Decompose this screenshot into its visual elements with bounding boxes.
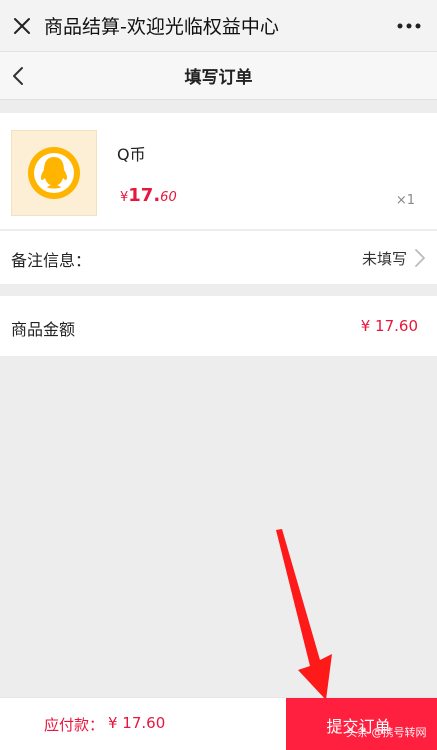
close-icon [14, 17, 30, 34]
more-button[interactable] [381, 0, 437, 52]
product-quantity: ×1 [395, 193, 415, 208]
chevron-right-icon [415, 249, 425, 267]
product-name: Q币 [117, 145, 146, 164]
amount-row: 商品金额 ¥ 17.60 [0, 296, 437, 356]
nav-title: 填写订单 [184, 68, 253, 88]
product-card: Q币 ¥17.60 ×1 [0, 113, 437, 229]
product-price: ¥17.60 [120, 185, 177, 206]
note-row[interactable]: 备注信息： 未填写 [0, 230, 437, 284]
watermark: 头条 @携号转网 [346, 724, 427, 740]
amount-label: 商品金额 [11, 320, 76, 339]
more-icon [397, 23, 421, 28]
page-title: 商品结算-欢迎光临权益中心 [44, 16, 279, 38]
nav-bar: 填写订单 [0, 52, 437, 100]
note-value: 未填写 [361, 250, 407, 268]
price-decimal: 60 [160, 190, 177, 205]
watermark-text: 头条 @携号转网 [346, 726, 427, 739]
chevron-left-icon [13, 67, 23, 85]
close-button[interactable] [0, 0, 44, 52]
note-label: 备注信息： [11, 251, 92, 270]
qq-penguin-icon [28, 147, 80, 199]
amount-value: ¥ 17.60 [360, 317, 418, 335]
payable-label: 应付款： [44, 716, 105, 734]
price-integer: 17. [128, 185, 161, 206]
back-button[interactable] [0, 52, 36, 100]
payable-value: ¥ 17.60 [108, 714, 166, 732]
product-thumbnail [11, 130, 97, 216]
red-arrow-annotation [276, 529, 332, 700]
title-bar: 商品结算-欢迎光临权益中心 [0, 0, 437, 52]
